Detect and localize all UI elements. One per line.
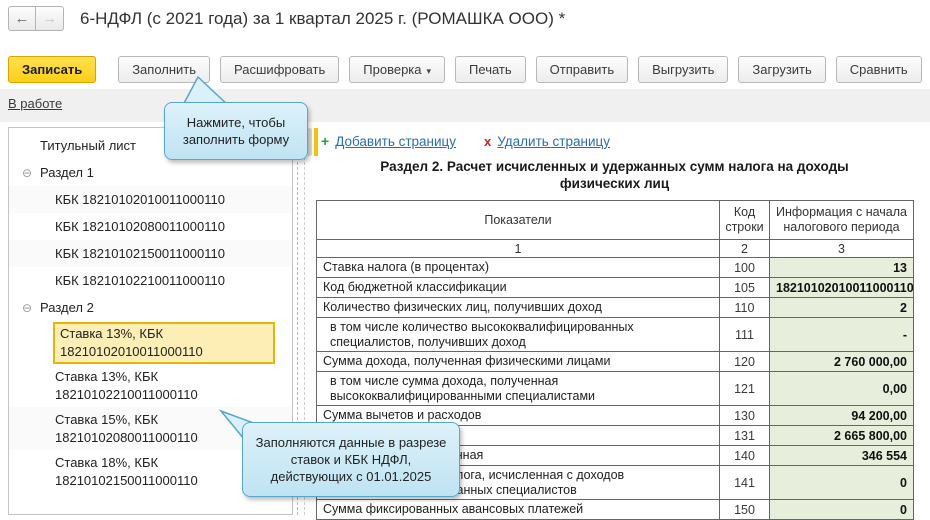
section-2-title: Раздел 2. Расчет исчисленных и удержанны…: [380, 159, 849, 191]
sidebar-item-label: Раздел 1: [40, 165, 94, 180]
splitter-grabber[interactable]: [307, 128, 318, 156]
status-link-in-work[interactable]: В работе: [8, 96, 62, 111]
row-code: 105: [719, 277, 770, 298]
sidebar-item-kbk[interactable]: КБК 18210102010011000110: [9, 186, 292, 213]
row-code: 120: [719, 351, 770, 372]
sidebar-item-label: Титульный лист: [40, 138, 137, 153]
row-label: Сумма дохода, полученная физическими лиц…: [316, 351, 720, 372]
status-band: В работе: [0, 89, 930, 122]
row-label: Сумма фиксированных авансовых платежей: [316, 499, 720, 520]
compare-button[interactable]: Сравнить: [835, 56, 922, 83]
row-value-cell[interactable]: 13: [769, 257, 914, 278]
sidebar-item-label: КБК 18210102150011000110: [55, 245, 225, 261]
explain-button[interactable]: Расшифровать: [220, 56, 340, 83]
sidebar-item-label: Раздел 2: [40, 300, 94, 315]
table-row: в том числе количество высококвалифициро…: [316, 317, 914, 352]
sidebar-item-kbk[interactable]: КБК 18210102210011000110: [9, 267, 292, 294]
table-row: Ставка налога (в процентах) 100 13: [316, 257, 914, 278]
x-icon: x: [484, 133, 492, 149]
row-code: 100: [719, 257, 770, 278]
sidebar-item-label: Ставка 13%, КБК 18210102210011000110: [55, 368, 198, 402]
sidebar-item-label: Ставка 18%, КБК 18210102150011000110: [55, 454, 198, 488]
table-row: Сумма дохода, полученная физическими лиц…: [316, 351, 914, 372]
row-value-cell[interactable]: 2: [769, 297, 914, 318]
row-code: 131: [719, 425, 770, 446]
col-number: 3: [769, 239, 914, 258]
row-code: 121: [719, 371, 770, 406]
sidebar-item-rate-selected[interactable]: Ставка 13%, КБК 18210102010011000110: [9, 321, 292, 364]
row-value-cell[interactable]: 0: [769, 499, 914, 520]
check-menu-button[interactable]: Проверка ▾: [349, 56, 446, 83]
save-button[interactable]: Записать: [8, 56, 97, 83]
row-label: Код бюджетной классификации: [316, 277, 720, 298]
col-number: 2: [719, 239, 770, 258]
table-row: Сумма фиксированных авансовых платежей 1…: [316, 499, 914, 520]
title-bar: ← → 6-НДФЛ (с 2021 года) за 1 квартал 20…: [8, 6, 565, 31]
sidebar-item-label: КБК 18210102210011000110: [55, 272, 225, 288]
print-button[interactable]: Печать: [455, 56, 526, 83]
row-label: в том числе количество высококвалифициро…: [316, 317, 720, 352]
forward-arrow-icon: →: [42, 10, 57, 27]
collapse-icon[interactable]: ⊖: [21, 302, 33, 314]
back-arrow-icon: ←: [14, 10, 30, 27]
page-title: 6-НДФЛ (с 2021 года) за 1 квартал 2025 г…: [80, 8, 566, 28]
row-code: 140: [719, 445, 770, 466]
row-code: 150: [719, 499, 770, 520]
col-number: 1: [316, 239, 720, 258]
back-button[interactable]: ←: [8, 6, 36, 31]
plus-icon: +: [321, 133, 330, 149]
row-value-cell[interactable]: 94 200,00: [769, 405, 914, 426]
row-code: 111: [719, 317, 770, 352]
tooltip-rates-data: Заполняются данные в разрезе ставок и КБ…: [242, 422, 460, 497]
table-row: в том числе сумма дохода, полученная выс…: [316, 371, 914, 406]
row-value-cell[interactable]: 2 665 800,00: [769, 425, 914, 446]
sidebar-item-kbk[interactable]: КБК 18210102150011000110: [9, 240, 292, 267]
row-value-cell[interactable]: 2 760 000,00: [769, 351, 914, 372]
col-header-info: Информация с начала налогового периода: [769, 200, 914, 240]
sidebar-item-rate[interactable]: Ставка 13%, КБК 18210102210011000110: [9, 364, 292, 407]
row-label: Ставка налога (в процентах): [316, 257, 720, 278]
sidebar-group-section2[interactable]: ⊖ Раздел 2: [9, 294, 292, 321]
tooltip-fill-form: Нажмите, чтобы заполнить форму: [164, 102, 308, 160]
sidebar-item-label: КБК 18210102010011000110: [55, 191, 225, 207]
chevron-down-icon: ▾: [426, 66, 432, 76]
delete-page-link[interactable]: x Удалить страницу: [484, 134, 610, 149]
sidebar-item-label: КБК 18210102080011000110: [55, 218, 225, 234]
row-value-cell[interactable]: 18210102010011000110: [769, 277, 914, 298]
col-header-indicators: Показатели: [316, 200, 720, 240]
send-button[interactable]: Отправить: [535, 56, 629, 83]
add-page-link[interactable]: + Добавить страницу: [321, 133, 456, 149]
row-value-cell[interactable]: -: [769, 317, 914, 352]
row-code: 141: [719, 465, 770, 500]
row-value-cell[interactable]: 0,00: [769, 371, 914, 406]
add-page-label[interactable]: Добавить страницу: [335, 134, 456, 149]
export-button[interactable]: Выгрузить: [638, 56, 729, 83]
row-code: 110: [719, 297, 770, 318]
toolbar: Записать Заполнить Расшифровать Проверка…: [8, 56, 930, 83]
selection-highlight: Ставка 13%, КБК 18210102010011000110: [53, 321, 275, 364]
sidebar-group-section1[interactable]: ⊖ Раздел 1: [9, 159, 292, 186]
active-marker-icon: [314, 128, 318, 156]
table-row: Количество физических лиц, получивших до…: [316, 297, 914, 318]
col-header-line-code: Код строки: [719, 200, 770, 240]
delete-page-label[interactable]: Удалить страницу: [497, 134, 610, 149]
page-actions: + Добавить страницу x Удалить страницу: [321, 133, 610, 149]
collapse-icon[interactable]: ⊖: [21, 167, 33, 179]
row-label: Количество физических лиц, получивших до…: [316, 297, 720, 318]
forward-button[interactable]: →: [36, 6, 64, 31]
row-label: в том числе сумма дохода, полученная выс…: [316, 371, 720, 406]
row-value-cell[interactable]: 0: [769, 465, 914, 500]
row-code: 130: [719, 405, 770, 426]
import-button[interactable]: Загрузить: [738, 56, 826, 83]
row-value-cell[interactable]: 346 554: [769, 445, 914, 466]
sidebar-item-kbk[interactable]: КБК 18210102080011000110: [9, 213, 292, 240]
table-row: Код бюджетной классификации 105 18210102…: [316, 277, 914, 298]
